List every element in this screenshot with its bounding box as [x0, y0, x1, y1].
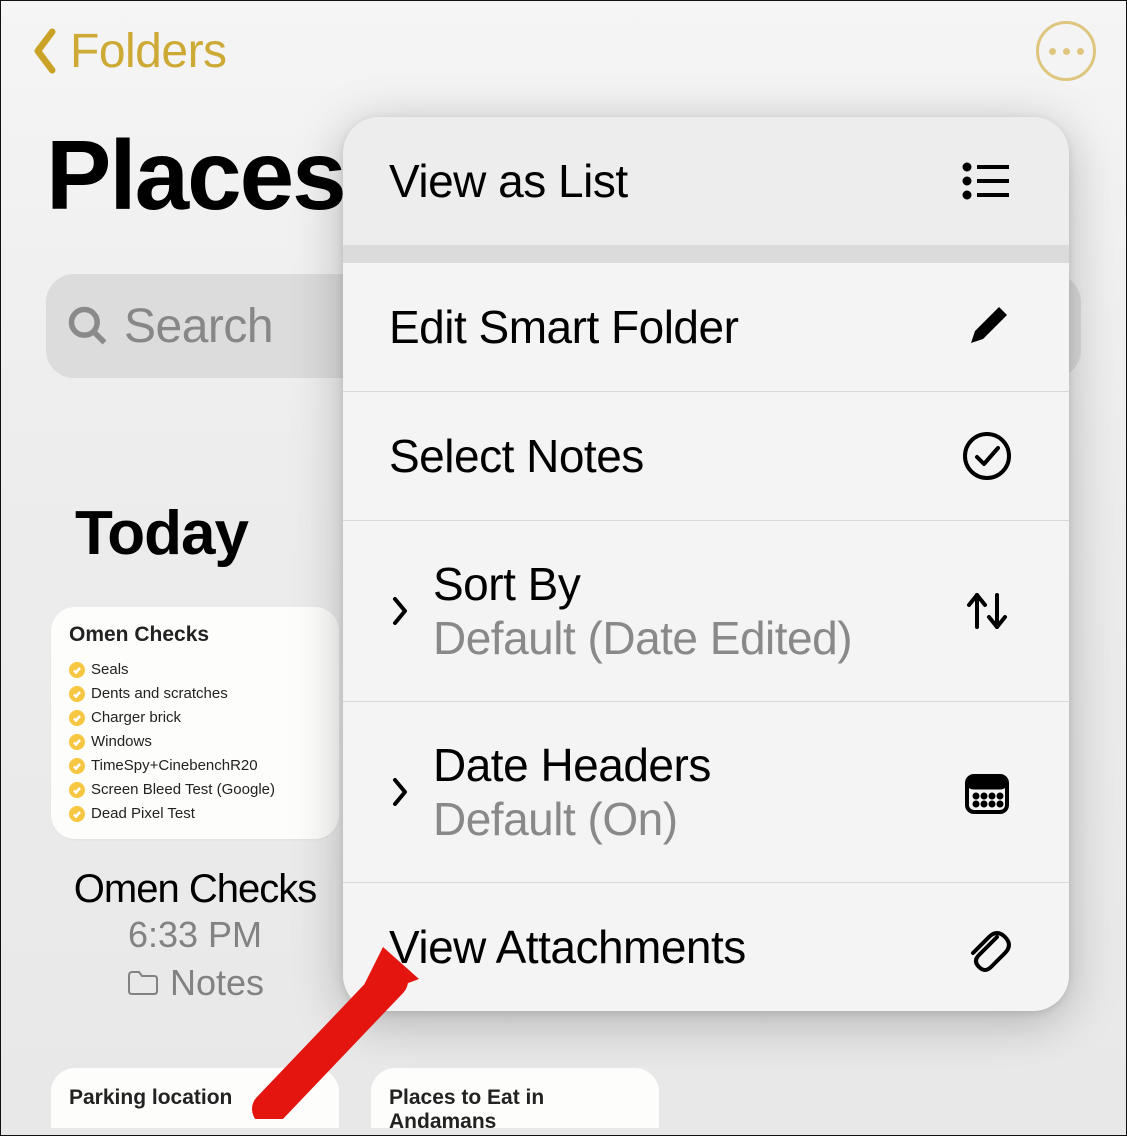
menu-item-date-headers[interactable]: Date Headers Default (On) [343, 702, 1069, 883]
check-icon [69, 806, 85, 822]
folder-icon [126, 969, 160, 997]
checklist-item: TimeSpy+CinebenchR20 [69, 757, 321, 774]
menu-item-label: Sort By [433, 557, 852, 611]
menu-item-subtitle: Default (Date Edited) [433, 611, 852, 665]
search-placeholder: Search [124, 299, 273, 354]
back-button[interactable]: Folders [26, 24, 227, 79]
checklist-item: Windows [69, 733, 321, 750]
checklist-item: Seals [69, 661, 321, 678]
note-meta-title: Omen Checks [51, 867, 339, 912]
checklist-item: Screen Bleed Test (Google) [69, 781, 321, 798]
menu-item-label: Date Headers [433, 738, 711, 792]
note-card[interactable]: Places to Eat in Andamans [371, 1068, 659, 1128]
checkmark-circle-icon [959, 428, 1015, 484]
menu-item-edit-smart-folder[interactable]: Edit Smart Folder [343, 263, 1069, 392]
checklist-item: Dents and scratches [69, 685, 321, 702]
note-meta-time: 6:33 PM [51, 914, 339, 956]
chevron-right-icon [383, 591, 415, 631]
menu-item-label: Edit Smart Folder [389, 300, 738, 354]
note-card-meta: Omen Checks 6:33 PM Notes [51, 867, 339, 1004]
calendar-icon [959, 764, 1015, 820]
checklist-item: Charger brick [69, 709, 321, 726]
back-label: Folders [70, 24, 227, 79]
menu-item-view-as-list[interactable]: View as List [343, 117, 1069, 245]
check-icon [69, 782, 85, 798]
menu-item-subtitle: Default (On) [433, 792, 711, 846]
menu-item-label: View Attachments [389, 920, 746, 974]
menu-item-sort-by[interactable]: Sort By Default (Date Edited) [343, 521, 1069, 702]
nav-bar: Folders [1, 1, 1126, 91]
ellipsis-icon [1049, 48, 1084, 55]
note-card[interactable]: Omen Checks Seals Dents and scratches Ch… [51, 607, 339, 839]
note-card[interactable]: Parking location [51, 1068, 339, 1128]
note-card-title: Omen Checks [69, 623, 321, 647]
menu-item-label: Select Notes [389, 429, 644, 483]
context-menu: View as List Edit Smart Folder Select No… [343, 117, 1069, 1011]
chevron-right-icon [383, 772, 415, 812]
paperclip-icon [959, 919, 1015, 975]
note-card-title: Places to Eat in Andamans [389, 1086, 641, 1134]
more-button[interactable] [1036, 21, 1096, 81]
chevron-left-icon [26, 27, 64, 75]
check-icon [69, 686, 85, 702]
menu-separator [343, 245, 1069, 263]
check-icon [69, 734, 85, 750]
sort-icon [959, 583, 1015, 639]
bottom-cards-row: Parking location Places to Eat in Andama… [1, 1004, 1126, 1128]
checklist-item: Dead Pixel Test [69, 805, 321, 822]
check-icon [69, 758, 85, 774]
note-card-title: Parking location [69, 1086, 321, 1110]
pencil-icon [959, 299, 1015, 355]
menu-item-select-notes[interactable]: Select Notes [343, 392, 1069, 521]
list-icon [959, 153, 1015, 209]
search-icon [66, 304, 110, 348]
check-icon [69, 662, 85, 678]
checklist: Seals Dents and scratches Charger brick … [69, 661, 321, 822]
menu-item-label: View as List [389, 154, 628, 208]
check-icon [69, 710, 85, 726]
note-meta-folder: Notes [51, 962, 339, 1004]
menu-item-view-attachments[interactable]: View Attachments [343, 883, 1069, 1011]
